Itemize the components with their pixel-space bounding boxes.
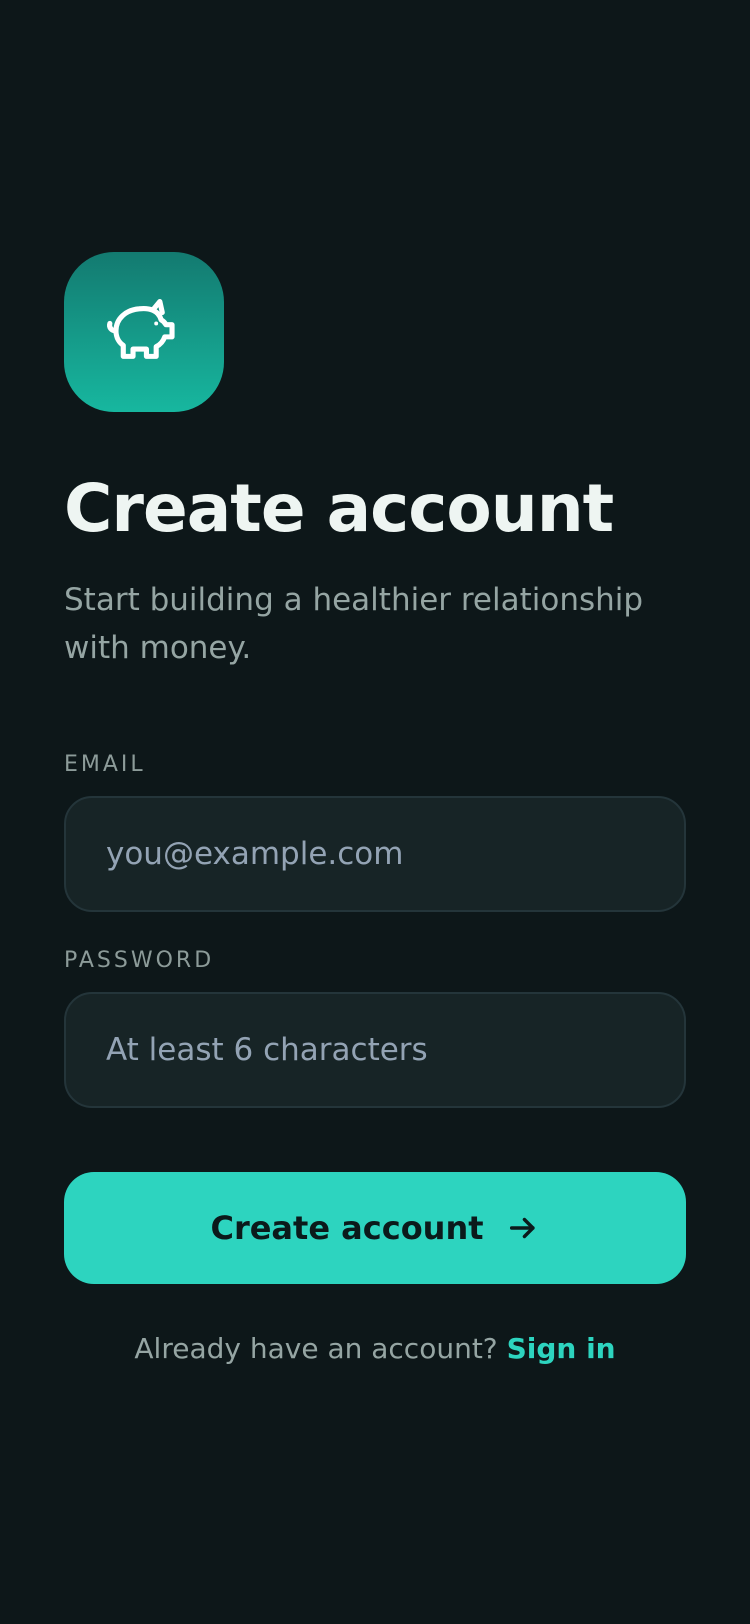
signup-screen: Create account Start building a healthie… <box>0 0 750 1624</box>
piggy-bank-icon <box>107 298 175 359</box>
page-subtitle: Start building a healthier relationship … <box>64 582 644 666</box>
email-label: EMAIL <box>64 752 146 777</box>
signin-prompt-text: Already have an account? <box>134 1332 498 1365</box>
create-account-button-label: Create account <box>210 1209 484 1247</box>
page-title: Create account <box>64 470 614 547</box>
sign-in-link[interactable]: Sign in <box>507 1332 616 1365</box>
create-account-button[interactable]: Create account <box>64 1172 686 1284</box>
arrow-right-icon <box>506 1211 540 1245</box>
email-field[interactable] <box>64 796 686 912</box>
app-logo <box>64 252 224 412</box>
signin-prompt-row: Already have an account? Sign in <box>0 1332 750 1365</box>
password-field[interactable] <box>64 992 686 1108</box>
password-label: PASSWORD <box>64 948 215 973</box>
